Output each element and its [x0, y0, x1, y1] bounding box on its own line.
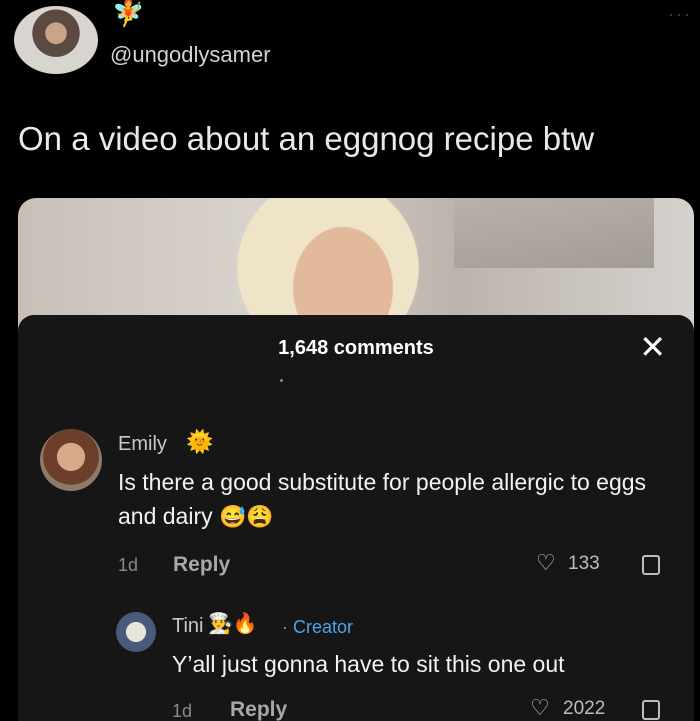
reply-author-name[interactable]: Tini [172, 615, 203, 638]
heart-icon[interactable]: ♡ [536, 550, 556, 576]
commenter-name[interactable]: Emily [118, 433, 167, 456]
like-count: 133 [568, 553, 600, 574]
tweet-media[interactable]: 1,648 comments ✕ Emily 🌞 Is there a good… [18, 198, 694, 721]
comments-count: 1,648 comments [278, 337, 434, 359]
reply-reply-button[interactable]: Reply [230, 698, 287, 721]
comment-text: Is there a good substitute for people al… [118, 465, 678, 534]
divider-dot [280, 379, 283, 382]
profile-avatar[interactable] [14, 6, 98, 74]
close-icon[interactable]: ✕ [639, 331, 666, 363]
video-background-shape [454, 198, 654, 268]
reply-time: 1d [172, 701, 193, 721]
user-handle[interactable]: @ungodlysamer [110, 42, 271, 68]
sun-emoji-icon: 🌞 [186, 429, 214, 454]
commenter-avatar[interactable] [40, 429, 102, 491]
chef-fire-emoji-icon: 👨‍🍳🔥 [208, 613, 258, 635]
tweet-text: On a video about an eggnog recipe btw [18, 120, 595, 157]
creator-badge: · Creator [282, 617, 354, 637]
comments-panel: 1,648 comments ✕ Emily 🌞 Is there a good… [18, 315, 694, 721]
comment-time: 1d [118, 555, 139, 575]
dislike-icon[interactable] [642, 700, 660, 720]
creator-avatar[interactable] [116, 612, 156, 652]
comment-emojis: 😅😩 [219, 504, 274, 529]
reply-button[interactable]: Reply [173, 553, 230, 577]
comment-body: Is there a good substitute for people al… [118, 469, 647, 529]
dislike-icon[interactable] [642, 555, 660, 575]
reply-text: Y’all just gonna have to sit this one ou… [172, 651, 565, 677]
reply-like-count: 2022 [563, 698, 606, 719]
fairy-emoji-icon: 🧚 [112, 0, 145, 28]
heart-icon[interactable]: ♡ [530, 695, 550, 721]
more-options-icon[interactable]: ··· [668, 4, 692, 25]
